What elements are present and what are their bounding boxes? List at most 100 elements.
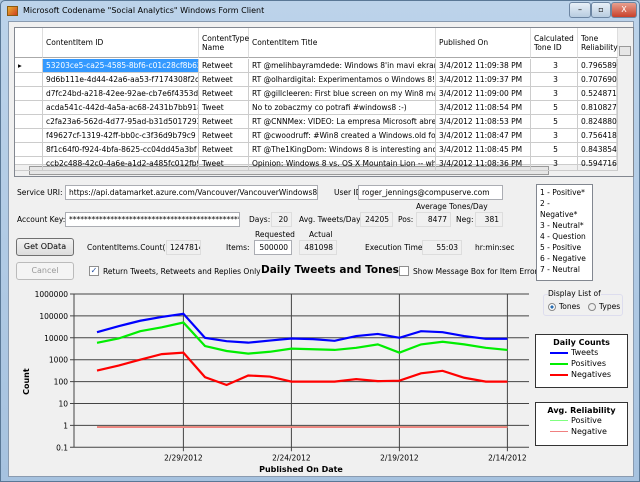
- table-cell[interactable]: Tweet: [199, 157, 249, 171]
- y-axis-label: Count: [22, 368, 31, 395]
- row-header[interactable]: [15, 101, 43, 115]
- table-cell[interactable]: RT @gillcleeren: First blue screen on my…: [249, 87, 436, 101]
- table-cell[interactable]: 5: [531, 115, 578, 129]
- vertical-scrollbar[interactable]: [616, 28, 633, 176]
- table-cell[interactable]: 0.7965897: [578, 59, 618, 73]
- table-cell[interactable]: RT @melihbayramdede: Windows 8'in mavi e…: [249, 59, 436, 73]
- table-cell[interactable]: 0.8108278: [578, 101, 618, 115]
- table-cell[interactable]: ccb2c488-42c0-4a6e-a1d2-a485fc012fb9: [43, 157, 199, 171]
- requested-items-input[interactable]: 500000: [254, 240, 292, 255]
- table-cell[interactable]: 3/4/2012 11:08:54 PM: [436, 101, 531, 115]
- legend-swatch: [550, 362, 568, 365]
- account-key-input[interactable]: ****************************************…: [65, 212, 240, 227]
- table-cell[interactable]: 0.7564187: [578, 129, 618, 143]
- table-cell[interactable]: Opinion: Windows 8 vs. OS X Mountain Lio…: [249, 157, 436, 171]
- table-cell[interactable]: 3/4/2012 11:09:37 PM: [436, 73, 531, 87]
- table-cell[interactable]: 9d6b111e-4d44-42a6-aa53-f7174308f2c6: [43, 73, 199, 87]
- table-cell[interactable]: 0.7076904: [578, 73, 618, 87]
- close-button[interactable]: X: [611, 2, 637, 18]
- execution-time-value: 55:03: [422, 240, 462, 255]
- table-cell[interactable]: 3: [531, 87, 578, 101]
- y-tick-label: 0.1: [56, 443, 68, 452]
- table-cell[interactable]: RT @The1KingDom: Windows 8 is interestin…: [249, 143, 436, 157]
- table-cell[interactable]: c2fa23a6-562d-4d77-95ad-b31d50172939: [43, 115, 199, 129]
- table-cell[interactable]: Tweet: [199, 101, 249, 115]
- table-cell[interactable]: RT @olhardigital: Experimentamos o Windo…: [249, 73, 436, 87]
- table-cell[interactable]: 3/4/2012 11:08:53 PM: [436, 115, 531, 129]
- cancel-button[interactable]: Cancel: [16, 262, 74, 280]
- table-cell[interactable]: 5: [531, 101, 578, 115]
- content-items-grid[interactable]: ContentItem ID ContentType Name ContentIte…: [14, 27, 634, 177]
- get-odata-button[interactable]: Get OData: [16, 238, 74, 256]
- x-tick-label: 2/29/2012: [164, 453, 203, 462]
- y-tick-label: 1000000: [35, 290, 69, 299]
- tone-list-item[interactable]: 6 - Negative: [540, 253, 589, 264]
- table-cell[interactable]: Retweet: [199, 87, 249, 101]
- tone-list-item[interactable]: 2 - Negative*: [540, 198, 589, 220]
- column-header[interactable]: ContentItem ID: [43, 28, 199, 58]
- table-cell[interactable]: 3/4/2012 11:09:38 PM: [436, 59, 531, 73]
- column-header[interactable]: Tone Reliability: [578, 28, 618, 58]
- legend-label: Negative: [571, 427, 607, 436]
- table-cell[interactable]: RT @CNNMex: VIDEO: La empresa Microsoft …: [249, 115, 436, 129]
- tone-listbox[interactable]: 1 - Positive* 2 - Negative* 3 - Neutral* 4 …: [536, 184, 593, 281]
- table-cell[interactable]: 3: [531, 59, 578, 73]
- row-header[interactable]: ▸: [15, 59, 43, 73]
- table-cell[interactable]: 53203ce5-ca25-4585-8bf6-c01c28cf8b62: [43, 59, 199, 73]
- service-uri-input[interactable]: https://api.datamarket.azure.com/Vancouv…: [65, 185, 318, 200]
- table-cell[interactable]: 0.8248809: [578, 115, 618, 129]
- table-cell[interactable]: 5: [531, 143, 578, 157]
- row-header[interactable]: [15, 115, 43, 129]
- table-cell[interactable]: 3/4/2012 11:08:47 PM: [436, 129, 531, 143]
- row-header[interactable]: [15, 143, 43, 157]
- x-tick-label: 2/14/2012: [488, 453, 527, 462]
- column-header[interactable]: Published On: [436, 28, 531, 58]
- table-cell[interactable]: 3: [531, 73, 578, 87]
- tone-list-item[interactable]: 4 - Question: [540, 231, 589, 242]
- row-header[interactable]: [15, 157, 43, 171]
- table-cell[interactable]: 0.5947161: [578, 157, 618, 171]
- row-header[interactable]: [15, 73, 43, 87]
- table-cell[interactable]: 0.843854: [578, 143, 618, 157]
- table-cell[interactable]: 8f1c64f0-f924-4bfa-8625-cc04dd45a3bf: [43, 143, 199, 157]
- tone-list-item[interactable]: 1 - Positive*: [540, 187, 589, 198]
- table-cell[interactable]: 3/4/2012 11:09:00 PM: [436, 87, 531, 101]
- table-cell[interactable]: RT @cwoodruff: #Win8 created a Windows.o…: [249, 129, 436, 143]
- user-id-input[interactable]: roger_jennings@compuserve.com: [358, 185, 503, 200]
- column-header[interactable]: ContentType Name: [199, 28, 249, 58]
- return-only-checkbox[interactable]: ✓: [89, 266, 99, 276]
- legend-swatch: [550, 430, 568, 433]
- table-cell[interactable]: Retweet: [199, 59, 249, 73]
- maximize-button[interactable]: ▫: [591, 2, 611, 18]
- pos-label: Pos:: [398, 215, 414, 224]
- x-tick-label: 2/19/2012: [380, 453, 419, 462]
- tone-list-item[interactable]: 7 - Neutral: [540, 264, 589, 275]
- table-cell[interactable]: No to zobaczmy co potrafi #windows8 :-): [249, 101, 436, 115]
- table-cell[interactable]: Retweet: [199, 115, 249, 129]
- column-header[interactable]: ContentItem Title: [249, 28, 436, 58]
- table-cell[interactable]: Retweet: [199, 73, 249, 87]
- tone-list-item[interactable]: 5 - Positive: [540, 242, 589, 253]
- table-cell[interactable]: acda541c-442d-4a5a-ac68-2431b7bb9181: [43, 101, 199, 115]
- column-header[interactable]: Calculated Tone ID: [531, 28, 578, 58]
- table-cell[interactable]: Retweet: [199, 143, 249, 157]
- table-cell[interactable]: 3: [531, 129, 578, 143]
- table-cell[interactable]: 3: [531, 157, 578, 171]
- execution-time-label: Execution Time:: [365, 243, 426, 252]
- row-header[interactable]: [15, 87, 43, 101]
- row-header[interactable]: [15, 129, 43, 143]
- neg-label: Neg:: [456, 215, 474, 224]
- app-window: Microsoft Codename "Social Analytics" Wi…: [0, 0, 640, 482]
- table-cell[interactable]: 3/4/2012 11:08:36 PM: [436, 157, 531, 171]
- table-cell[interactable]: d7fc24bd-a218-42ee-92ae-cb7e6f4353d3: [43, 87, 199, 101]
- tone-list-item[interactable]: 3 - Neutral*: [540, 220, 589, 231]
- y-tick-label: 1000: [49, 356, 68, 365]
- table-cell[interactable]: 0.5248712: [578, 87, 618, 101]
- show-message-box-checkbox[interactable]: [399, 266, 409, 276]
- table-cell[interactable]: 3/4/2012 11:08:45 PM: [436, 143, 531, 157]
- minimize-button[interactable]: –: [569, 2, 591, 18]
- x-tick-label: 2/24/2012: [272, 453, 311, 462]
- table-cell[interactable]: Retweet: [199, 129, 249, 143]
- table-cell[interactable]: f49627cf-1319-42ff-bb0c-c3f36d9b79c9: [43, 129, 199, 143]
- legend-item: Negatives: [550, 369, 627, 380]
